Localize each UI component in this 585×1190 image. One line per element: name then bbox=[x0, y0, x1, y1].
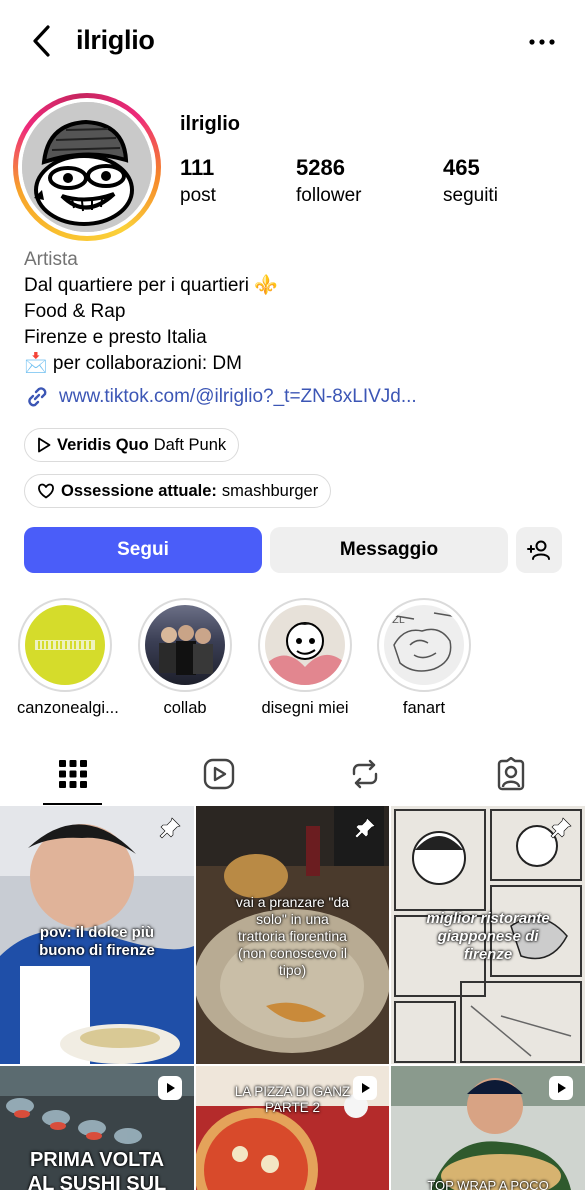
story-ring[interactable] bbox=[13, 93, 161, 241]
post-caption: PRIMA VOLTA AL SUSHI SUL bbox=[27, 1149, 167, 1190]
post-caption: LA PIZZA DI GANZ PARTE 2 bbox=[234, 1084, 351, 1115]
post-caption: vai a pranzare "da solo" in una trattoria … bbox=[235, 894, 350, 978]
profile-category: Artista bbox=[24, 249, 78, 270]
more-options-button[interactable] bbox=[521, 28, 563, 56]
pin-icon bbox=[550, 817, 572, 839]
stat-following[interactable]: 465 seguiti bbox=[443, 155, 498, 207]
link-text: www.tiktok.com/@ilriglio?_t=ZN-8xLIVJd..… bbox=[59, 386, 417, 407]
stat-label: post bbox=[180, 185, 216, 206]
highlight-item[interactable]: disegni miei bbox=[257, 598, 353, 718]
song-artist: Daft Punk bbox=[153, 435, 227, 454]
highlight-label: fanart bbox=[402, 699, 446, 717]
svg-text:ZL: ZL bbox=[392, 615, 405, 626]
avatar-illustration bbox=[22, 102, 152, 232]
bio-link[interactable]: www.tiktok.com/@ilriglio?_t=ZN-8xLIVJd..… bbox=[24, 384, 417, 410]
obsession-pill[interactable]: Ossessione attuale: smashburger bbox=[24, 474, 332, 508]
post-thumbnail[interactable]: miglior ristorante giapponese di firenze bbox=[391, 806, 585, 1064]
heart-icon bbox=[38, 483, 54, 499]
post-thumbnail[interactable]: pov: il dolce più buono di firenze bbox=[0, 806, 194, 1064]
highlight-cover bbox=[145, 605, 225, 685]
reel-icon bbox=[558, 1083, 566, 1093]
highlight-label: disegni miei bbox=[261, 699, 349, 717]
reel-badge bbox=[158, 1076, 182, 1100]
stat-value: 465 bbox=[443, 155, 480, 180]
stat-followers[interactable]: 5286 follower bbox=[296, 155, 361, 207]
reposts-icon bbox=[352, 759, 378, 789]
back-button[interactable] bbox=[24, 22, 58, 60]
highlight-label: canzonealgi... bbox=[17, 699, 119, 717]
post-caption: TOP WRAP A POCO bbox=[427, 1178, 549, 1190]
highlight-label: collab bbox=[163, 699, 207, 717]
suggest-users-button[interactable] bbox=[516, 527, 562, 573]
stat-value: 111 bbox=[180, 155, 215, 180]
chevron-left-icon bbox=[33, 25, 50, 57]
obsession-label: Ossessione attuale: bbox=[61, 481, 217, 500]
post-caption: pov: il dolce più buono di firenze bbox=[39, 924, 155, 959]
follow-button[interactable]: Segui bbox=[24, 527, 262, 573]
profile-username: ilriglio bbox=[180, 113, 240, 135]
stat-posts[interactable]: 111 post bbox=[180, 155, 216, 207]
message-button[interactable]: Messaggio bbox=[270, 527, 508, 573]
active-tab-indicator bbox=[43, 803, 102, 805]
stat-label: follower bbox=[296, 185, 362, 206]
top-bar: ilriglio bbox=[0, 0, 585, 82]
play-icon bbox=[38, 437, 51, 453]
tab-tagged[interactable] bbox=[438, 742, 584, 806]
bio-line: Food & Rap bbox=[24, 301, 126, 322]
pin-icon bbox=[159, 817, 181, 839]
post-thumbnail[interactable]: PRIMA VOLTA AL SUSHI SUL bbox=[0, 1066, 194, 1190]
bio-line: 📩 per collaborazioni: DM bbox=[24, 353, 242, 374]
profile-tabs bbox=[0, 742, 585, 806]
song-title: Veridis Quo bbox=[57, 435, 149, 454]
highlight-item[interactable]: ZL fanart bbox=[376, 598, 472, 718]
tab-grid[interactable] bbox=[0, 742, 146, 806]
music-pill[interactable]: Veridis Quo Daft Punk bbox=[24, 428, 240, 462]
stat-value: 5286 bbox=[296, 155, 345, 180]
stat-label: seguiti bbox=[443, 185, 498, 206]
highlight-item[interactable]: collab bbox=[137, 598, 233, 718]
highlight-item[interactable]: canzonealgi... bbox=[17, 598, 119, 718]
bio: Artista Dal quartiere per i quartieri ⚜️… bbox=[24, 247, 278, 377]
highlight-cover bbox=[25, 605, 105, 685]
post-thumbnail[interactable]: TOP WRAP A POCO bbox=[391, 1066, 585, 1190]
bio-line: Firenze e presto Italia bbox=[24, 327, 207, 348]
highlight-cover: ZL bbox=[384, 605, 464, 685]
link-icon bbox=[28, 387, 47, 407]
pin-icon bbox=[354, 817, 376, 839]
add-user-icon bbox=[527, 540, 550, 560]
reel-icon bbox=[167, 1083, 175, 1093]
obsession-value: smashburger bbox=[221, 481, 319, 500]
reels-icon bbox=[203, 758, 235, 790]
page-title: ilriglio bbox=[76, 25, 155, 55]
tab-reposts[interactable] bbox=[292, 742, 438, 806]
tagged-icon bbox=[497, 757, 525, 791]
post-thumbnail[interactable]: LA PIZZA DI GANZ PARTE 2 bbox=[196, 1066, 389, 1190]
highlight-cover bbox=[265, 605, 345, 685]
tab-reels[interactable] bbox=[146, 742, 292, 806]
avatar bbox=[22, 102, 152, 232]
post-caption: miglior ristorante giapponese di firenze bbox=[426, 910, 550, 963]
reel-badge bbox=[549, 1076, 573, 1100]
bio-line: Dal quartiere per i quartieri ⚜️ bbox=[24, 275, 278, 296]
post-thumbnail[interactable]: vai a pranzare "da solo" in una trattoria … bbox=[196, 806, 389, 1064]
grid-icon bbox=[59, 760, 87, 788]
more-horizontal-icon bbox=[529, 39, 555, 45]
